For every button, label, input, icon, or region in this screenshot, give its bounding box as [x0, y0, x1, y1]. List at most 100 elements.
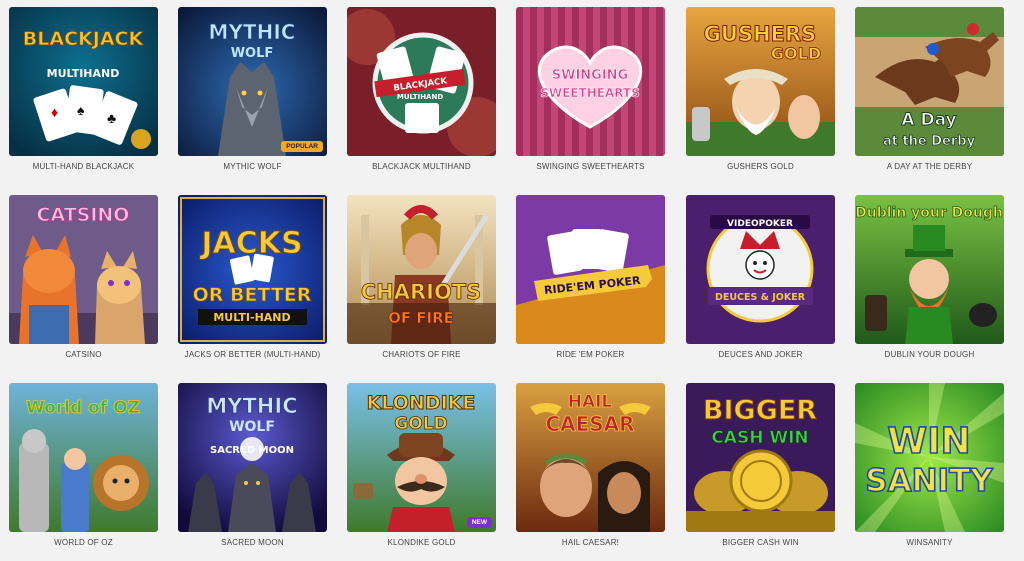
game-thumbnail[interactable]: RIDE'EM POKER [516, 195, 665, 344]
game-caption: CATSINO [65, 350, 102, 359]
popular-badge: POPULAR [281, 141, 323, 152]
game-subtitle: GOLD [771, 44, 821, 63]
playing-cards-icon: ♦ ♠ ♣ BLACKJACK MULTIHAND [9, 7, 158, 156]
game-title: CHARIOTS [361, 280, 482, 304]
game-thumbnail[interactable]: JACKS OR BETTER MULTI-HAND [178, 195, 327, 344]
caesar-icon: HAIL CAESAR [516, 383, 665, 532]
game-thumbnail[interactable]: VIDEOPOKER DEUCES & JOKER [686, 195, 835, 344]
game-thumbnail[interactable]: CATSINO [9, 195, 158, 344]
game-subtitle: DEUCES & JOKER [715, 292, 806, 303]
lion-icon: World of OZ [9, 383, 158, 532]
game-caption: HAIL CAESAR! [561, 538, 620, 547]
gold-coins-icon: BIGGER CASH WIN [686, 383, 835, 532]
game-title: CATSINO [37, 204, 130, 226]
game-title: KLONDIKE [367, 392, 476, 414]
game-subtitle: WOLF [229, 419, 275, 435]
game-tile-blackjack-multihand[interactable]: BLACKJACK MULTIHAND BLACKJACK MULTIHAND [347, 7, 496, 171]
game-title: MYTHIC [209, 20, 296, 44]
game-thumbnail[interactable]: HAIL CAESAR [516, 383, 665, 532]
game-tile-deuces-and-joker[interactable]: VIDEOPOKER DEUCES & JOKER DEUCES AND JOK… [686, 195, 835, 359]
game-subtitle: OF FIRE [388, 309, 454, 327]
game-tile-swinging-sweethearts[interactable]: SWINGING SWEETHEARTS SWINGING SWEETHEART… [516, 7, 665, 171]
game-subtitle: CASH WIN [711, 428, 808, 448]
game-title: World of OZ [26, 398, 140, 418]
game-tile-multi-hand-blackjack[interactable]: ♦ ♠ ♣ BLACKJACK MULTIHAND MULTI-HAND BLA… [9, 7, 158, 171]
game-caption: BIGGER CASH WIN [722, 538, 799, 547]
game-subtitle: GOLD [394, 414, 447, 434]
game-title: BLACKJACK [23, 28, 145, 50]
game-tile-winsanity[interactable]: WIN SANITY WINSANITY [855, 383, 1004, 547]
game-tile-chariots-of-fire[interactable]: CHARIOTS OF FIRE CHARIOTS OF FIRE [347, 195, 496, 359]
game-title: VIDEOPOKER [727, 219, 793, 229]
game-thumbnail[interactable]: BIGGER CASH WIN [686, 383, 835, 532]
wolf-icon: MYTHIC WOLF SACRED MOON [178, 383, 327, 532]
game-thumbnail[interactable]: MYTHIC WOLF POPULAR [178, 7, 327, 156]
game-thumbnail[interactable]: Dublin your Dough [855, 195, 1004, 344]
game-caption: SACRED MOON [221, 538, 284, 547]
game-thumbnail[interactable]: MYTHIC WOLF SACRED MOON [178, 383, 327, 532]
game-tile-ride-em-poker[interactable]: RIDE'EM POKER RIDE 'EM POKER [516, 195, 665, 359]
game-title: SWINGING [552, 68, 628, 83]
game-tile-gushers-gold[interactable]: GUSHERS GOLD GUSHERS GOLD [686, 7, 835, 171]
game-caption: KLONDIKE GOLD [387, 538, 456, 547]
game-thumbnail[interactable]: ♦ ♠ ♣ BLACKJACK MULTIHAND [9, 7, 158, 156]
playing-cards-icon: JACKS OR BETTER MULTI-HAND [178, 195, 327, 344]
game-title: HAIL [568, 392, 613, 412]
game-title: GUSHERS [704, 22, 817, 46]
game-subtitle: SANITY [865, 463, 993, 499]
playing-cards-icon: RIDE'EM POKER [516, 195, 665, 344]
game-caption: BLACKJACK MULTIHAND [372, 162, 471, 171]
game-caption: DEUCES AND JOKER [718, 350, 803, 359]
game-thumbnail[interactable]: A Day at the Derby [855, 7, 1004, 156]
game-thumbnail[interactable]: SWINGING SWEETHEARTS [516, 7, 665, 156]
game-subtitle: MULTIHAND [397, 93, 443, 101]
game-caption: WORLD OF OZ [54, 538, 113, 547]
game-caption: SWINGING SWEETHEARTS [536, 162, 645, 171]
game-subtitle: WOLF [231, 46, 274, 61]
game-title: WIN [887, 421, 970, 462]
roman-soldier-icon: CHARIOTS OF FIRE [347, 195, 496, 344]
game-caption: JACKS OR BETTER (MULTI-HAND) [184, 350, 321, 359]
game-tile-mythic-wolf[interactable]: MYTHIC WOLF POPULAR MYTHIC WOLF [178, 7, 327, 171]
game-thumbnail[interactable]: CHARIOTS OF FIRE [347, 195, 496, 344]
svg-text:♣: ♣ [107, 110, 116, 126]
heart-icon: SWINGING SWEETHEARTS [516, 7, 665, 156]
game-tile-hail-caesar[interactable]: HAIL CAESAR HAIL CAESAR! [516, 383, 665, 547]
svg-text:♦: ♦ [51, 104, 58, 120]
game-title: Dublin your Dough [855, 205, 1003, 221]
game-caption: MULTI-HAND BLACKJACK [32, 162, 135, 171]
game-tag: SACRED MOON [210, 445, 294, 456]
game-tile-a-day-at-the-derby[interactable]: A Day at the Derby A DAY AT THE DERBY [855, 7, 1004, 171]
game-caption: DUBLIN YOUR DOUGH [884, 350, 975, 359]
game-tile-klondike-gold[interactable]: KLONDIKE GOLD NEW KLONDIKE GOLD [347, 383, 496, 547]
game-caption: WINSANITY [906, 538, 953, 547]
joker-icon: VIDEOPOKER DEUCES & JOKER [686, 195, 835, 344]
game-tag: MULTI-HAND [213, 311, 290, 324]
game-caption: CHARIOTS OF FIRE [382, 350, 461, 359]
game-subtitle: SWEETHEARTS [540, 86, 640, 100]
game-caption: GUSHERS GOLD [727, 162, 794, 171]
leprechaun-icon: Dublin your Dough [855, 195, 1004, 344]
svg-text:♠: ♠ [77, 102, 85, 118]
game-thumbnail[interactable]: BLACKJACK MULTIHAND [347, 7, 496, 156]
game-caption: MYTHIC WOLF [223, 162, 282, 171]
game-caption: A DAY AT THE DERBY [886, 162, 973, 171]
game-caption: RIDE 'EM POKER [556, 350, 625, 359]
wolf-icon: MYTHIC WOLF [178, 7, 327, 156]
games-grid: ♦ ♠ ♣ BLACKJACK MULTIHAND MULTI-HAND BLA… [0, 0, 1024, 561]
game-subtitle: MULTIHAND [47, 67, 120, 80]
game-tile-catsino[interactable]: CATSINO CATSINO [9, 195, 158, 359]
game-tile-bigger-cash-win[interactable]: BIGGER CASH WIN BIGGER CASH WIN [686, 383, 835, 547]
game-thumbnail[interactable]: GUSHERS GOLD [686, 7, 835, 156]
game-thumbnail[interactable]: KLONDIKE GOLD NEW [347, 383, 496, 532]
game-tile-dublin-your-dough[interactable]: Dublin your Dough DUBLIN YOUR DOUGH [855, 195, 1004, 359]
game-title: MYTHIC [206, 394, 297, 418]
game-title: A Day [901, 110, 956, 130]
game-tile-world-of-oz[interactable]: World of OZ WORLD OF OZ [9, 383, 158, 547]
game-tile-sacred-moon[interactable]: MYTHIC WOLF SACRED MOON SACRED MOON [178, 383, 327, 547]
game-thumbnail[interactable]: WIN SANITY [855, 383, 1004, 532]
new-badge: NEW [466, 517, 492, 528]
game-subtitle: CAESAR [545, 412, 634, 436]
game-tile-jacks-or-better[interactable]: JACKS OR BETTER MULTI-HAND JACKS OR BETT… [178, 195, 327, 359]
game-thumbnail[interactable]: World of OZ [9, 383, 158, 532]
